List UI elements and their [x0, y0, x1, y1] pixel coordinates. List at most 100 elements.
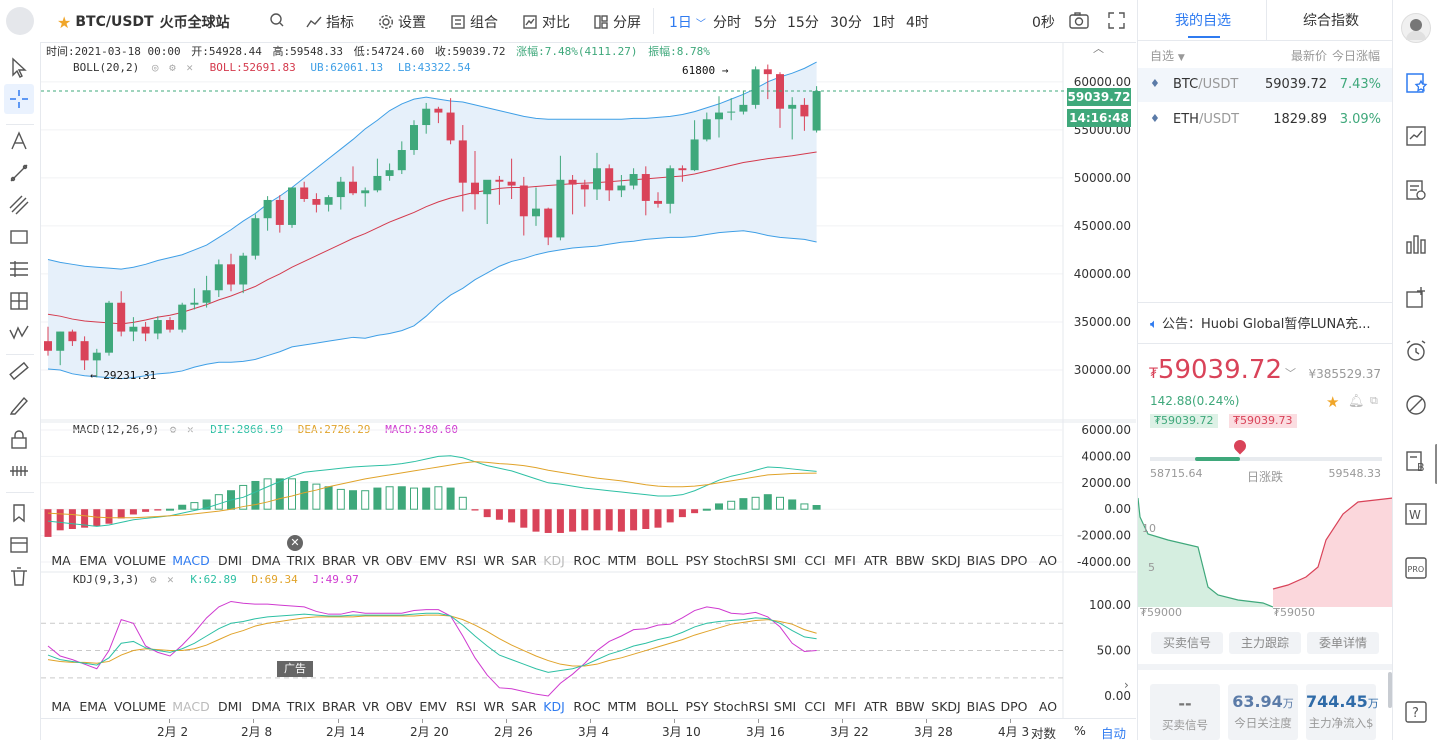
indicator-tab-macd[interactable]: MACD	[172, 699, 209, 714]
tab-composite-index[interactable]: 综合指数	[1303, 10, 1359, 30]
indicator-tab-volume[interactable]: VOLUME	[114, 699, 166, 714]
indicator-tab-dpo[interactable]: DPO	[1000, 699, 1027, 714]
indicator-tab-vr[interactable]: VR	[362, 699, 379, 714]
indicator-tab-mfi[interactable]: MFI	[834, 553, 856, 568]
indicator-tab-roc[interactable]: ROC	[573, 553, 600, 568]
indicator-tab-boll[interactable]: BOLL	[646, 553, 678, 568]
indicator-tab-stochrsi[interactable]: StochRSI	[713, 699, 769, 714]
indicator-tab-skdj[interactable]: SKDJ	[931, 553, 960, 568]
indicator-tab-ma[interactable]: MA	[51, 553, 70, 568]
indicator-tab-dpo[interactable]: DPO	[1000, 553, 1027, 568]
indicator-tab-dma[interactable]: DMA	[252, 699, 281, 714]
combo-button[interactable]: 组合	[450, 12, 498, 32]
alarm-icon[interactable]	[1404, 339, 1428, 363]
depth-chart[interactable]	[1138, 492, 1393, 608]
magnet-icon[interactable]	[8, 460, 30, 482]
stat-card[interactable]: 63.94万 今日关注度	[1228, 684, 1298, 740]
chevron-down-icon[interactable]: ﹀	[1285, 365, 1296, 381]
col-change[interactable]: 今日涨幅	[1332, 47, 1380, 64]
grid-tool-icon[interactable]	[8, 290, 30, 312]
indicator-tab-wr[interactable]: WR	[483, 553, 504, 568]
help-icon[interactable]: ?	[1404, 700, 1428, 724]
indicator-tab-cci[interactable]: CCI	[804, 699, 825, 714]
watchlist-row[interactable]: ♦ BTC/USDT 59039.72 7.43%	[1138, 68, 1393, 102]
watchlist-filter[interactable]: 自选 ▼	[1150, 47, 1185, 64]
indicator-tab-cci[interactable]: CCI	[804, 553, 825, 568]
indicator-tab-dmi[interactable]: DMI	[218, 699, 242, 714]
indicator-tab-emv[interactable]: EMV	[419, 553, 446, 568]
indicator-tab-bias[interactable]: BIAS	[967, 699, 996, 714]
whale-tracking-button[interactable]: 主力跟踪	[1229, 632, 1301, 654]
indicator-tab-brar[interactable]: BRAR	[322, 553, 356, 568]
indicator-tab-emv[interactable]: EMV	[419, 699, 446, 714]
period-1h[interactable]: 1时	[872, 12, 895, 32]
indicator-tab-wr[interactable]: WR	[483, 699, 504, 714]
star-icon[interactable]: ★	[57, 13, 71, 32]
split-screen-button[interactable]: 分屏	[593, 12, 641, 32]
indicators-button[interactable]: 指标	[306, 12, 354, 32]
line-tool-icon[interactable]	[8, 162, 30, 184]
indicator-tab-brar[interactable]: BRAR	[322, 699, 356, 714]
indicator-tab-rsi[interactable]: RSI	[456, 553, 476, 568]
B-icon[interactable]: B	[1404, 449, 1428, 473]
indicator-tab-obv[interactable]: OBV	[386, 699, 413, 714]
news-icon[interactable]	[1404, 178, 1428, 202]
signals-button[interactable]: 买卖信号	[1151, 632, 1223, 654]
fullscreen-icon[interactable]	[1108, 12, 1125, 29]
indicator-tab-macd[interactable]: MACD	[172, 553, 209, 568]
PRO-icon[interactable]: PRO	[1404, 556, 1428, 580]
watchlist-icon[interactable]	[1404, 71, 1428, 95]
indicator-tab-smi[interactable]: SMI	[774, 553, 796, 568]
add-icon[interactable]	[1404, 286, 1428, 310]
text-tool-icon[interactable]	[8, 130, 30, 152]
settings-button[interactable]: 设置	[378, 12, 426, 32]
indicator-tab-roc[interactable]: ROC	[573, 699, 600, 714]
pen-icon[interactable]	[8, 394, 30, 416]
indicator-tab-sar[interactable]: SAR	[511, 553, 536, 568]
percent-toggle[interactable]: %	[1074, 723, 1086, 738]
W-icon[interactable]: W	[1404, 502, 1428, 526]
indicator-tab-mfi[interactable]: MFI	[834, 699, 856, 714]
indicator-tab-ao[interactable]: AO	[1039, 699, 1057, 714]
close-icon[interactable]: ✕	[287, 535, 303, 551]
lock-icon[interactable]	[8, 428, 30, 450]
indicator-tab-bbw[interactable]: BBW	[895, 699, 924, 714]
trash-icon[interactable]	[8, 566, 30, 588]
period-4h[interactable]: 4时	[906, 12, 929, 32]
indicator-tab-vr[interactable]: VR	[362, 553, 379, 568]
period-timeline[interactable]: 分时	[713, 12, 741, 32]
camera-icon[interactable]	[1069, 12, 1089, 29]
star-icon[interactable]: ★	[1326, 393, 1339, 411]
explore-icon[interactable]	[1404, 393, 1428, 417]
cursor-icon[interactable]	[8, 56, 30, 78]
indicator-tab-skdj[interactable]: SKDJ	[931, 699, 960, 714]
indicator-tab-dmi[interactable]: DMI	[218, 553, 242, 568]
expand-icon[interactable]: ›	[1124, 678, 1129, 692]
symbol-selector[interactable]: ★ BTC/USDT 火币全球站	[57, 12, 230, 32]
crosshair-tool[interactable]	[4, 84, 34, 114]
indicator-tab-ema[interactable]: EMA	[79, 553, 106, 568]
indicator-tab-volume[interactable]: VOLUME	[114, 553, 166, 568]
indicator-tab-psy[interactable]: PSY	[685, 553, 708, 568]
indicator-tab-dma[interactable]: DMA	[252, 553, 281, 568]
fibonacci-tool-icon[interactable]	[8, 258, 30, 280]
indicator-tab-mtm[interactable]: MTM	[607, 699, 636, 714]
data-icon[interactable]	[1404, 232, 1428, 256]
indicator-tab-ema[interactable]: EMA	[79, 699, 106, 714]
log-scale-toggle[interactable]: 对数	[1031, 723, 1056, 742]
indicator-tab-ao[interactable]: AO	[1039, 553, 1057, 568]
indicator-tab-kdj[interactable]: KDJ	[543, 699, 565, 714]
period-5m[interactable]: 5分	[754, 12, 777, 32]
indicator-tab-ma[interactable]: MA	[51, 699, 70, 714]
auto-scale-toggle[interactable]: 自动	[1101, 723, 1126, 742]
wave-tool-icon[interactable]	[8, 322, 30, 344]
stat-card[interactable]: 744.45万 主力净流入$	[1306, 684, 1379, 740]
layout-icon[interactable]	[8, 534, 30, 556]
stat-card[interactable]: -- 买卖信号	[1150, 684, 1220, 740]
period-30m[interactable]: 30分	[830, 12, 862, 32]
indicator-tab-rsi[interactable]: RSI	[456, 699, 476, 714]
indicator-tab-trix[interactable]: TRIX	[287, 553, 316, 568]
indicator-tab-boll[interactable]: BOLL	[646, 699, 678, 714]
ruler-icon[interactable]	[8, 360, 30, 382]
compare-button[interactable]: 对比	[522, 12, 570, 32]
